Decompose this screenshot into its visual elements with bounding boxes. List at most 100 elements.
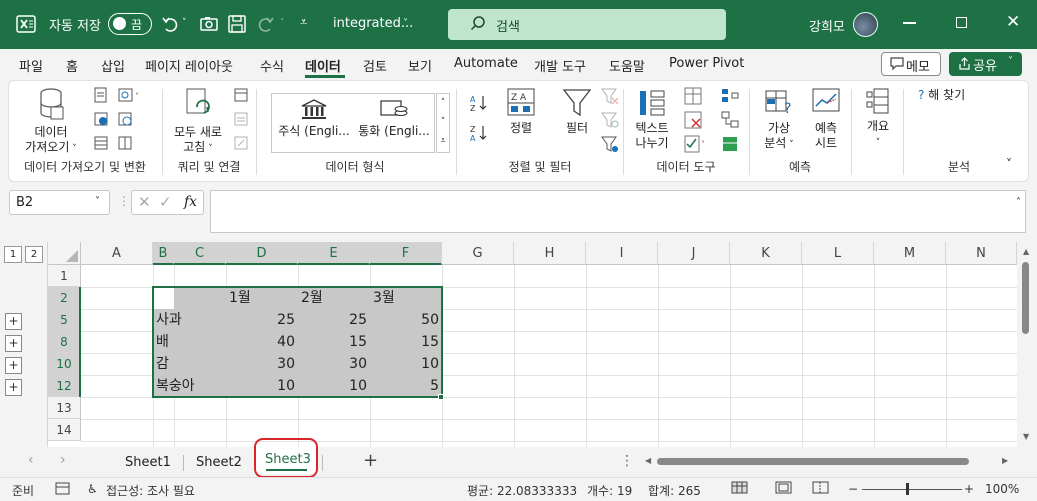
cell-f8[interactable]: 15 (370, 331, 442, 353)
edit-links-icon[interactable] (233, 135, 249, 155)
text-to-columns-button[interactable]: 텍스트 나누기 (630, 87, 674, 151)
cancel-icon[interactable]: ✕ (138, 193, 151, 211)
zoom-out-icon[interactable]: − (848, 482, 858, 496)
sort-ascending-icon[interactable]: AZ (469, 93, 489, 117)
expand-group-icon[interactable]: + (5, 379, 22, 396)
tab-page-layout[interactable]: 페이지 레이아웃 (145, 56, 233, 75)
sheet-tab-sheet1[interactable]: Sheet1 (125, 455, 171, 470)
name-box-dropdown-icon[interactable]: ˅ (95, 196, 100, 207)
cell-f2[interactable]: 3월 (370, 287, 398, 309)
expand-group-icon[interactable]: + (5, 335, 22, 352)
expand-group-icon[interactable]: + (5, 313, 22, 330)
name-box[interactable]: B2 ˅ (9, 190, 110, 215)
vertical-scroll-thumb[interactable] (1022, 262, 1029, 334)
row-header-2[interactable]: 2 (48, 287, 81, 309)
expand-formula-icon[interactable]: ˄ (1016, 197, 1021, 208)
outline-level-1-button[interactable]: 1 (4, 246, 22, 263)
cell-b10[interactable]: 감 (153, 353, 172, 375)
cell-f5[interactable]: 50 (370, 309, 442, 331)
vertical-scrollbar[interactable]: ▲ ▼ (1017, 242, 1037, 447)
cell-b8[interactable]: 배 (153, 331, 172, 353)
data-model-icon[interactable] (721, 135, 739, 157)
refresh-all-button[interactable]: 모두 새로 고침 ˅ (167, 87, 229, 157)
formula-input[interactable]: ˄ (210, 190, 1026, 233)
cell-b5[interactable]: 사과 (153, 309, 185, 331)
from-web-icon[interactable]: ˅ (117, 87, 141, 107)
clear-filter-icon[interactable] (601, 87, 619, 109)
column-header-g[interactable]: G (442, 242, 514, 265)
row-header-10[interactable]: 10 (48, 353, 81, 375)
redo-icon[interactable] (256, 14, 276, 34)
insert-function-icon[interactable]: fx (184, 194, 197, 210)
column-header-c[interactable]: C (174, 242, 226, 265)
tab-home[interactable]: 홈 (66, 56, 78, 75)
accessibility-icon[interactable]: ♿ (87, 482, 98, 496)
autosave-toggle[interactable]: 끔 (108, 13, 152, 35)
normal-view-icon[interactable] (731, 481, 749, 498)
cell-e5[interactable]: 25 (298, 309, 370, 331)
cell-e12[interactable]: 10 (298, 375, 370, 397)
zoom-level[interactable]: 100% (985, 482, 1019, 496)
column-header-e[interactable]: E (298, 242, 370, 265)
tab-review[interactable]: 검토 (363, 56, 387, 75)
scroll-right-arrow-icon[interactable]: ▶ (1002, 456, 1008, 465)
memo-button[interactable]: 메모 (881, 52, 941, 76)
tab-options-icon[interactable]: ⋮ (620, 453, 634, 469)
save-icon[interactable] (227, 14, 247, 34)
forecast-sheet-button[interactable]: 예측 시트 (806, 87, 846, 151)
select-all-button[interactable] (48, 242, 81, 265)
add-sheet-icon[interactable]: + (363, 450, 378, 471)
zoom-in-icon[interactable]: + (964, 482, 974, 496)
scroll-down-arrow-icon[interactable]: ▼ (1023, 432, 1029, 441)
properties-icon[interactable] (233, 111, 249, 131)
cell-d12[interactable]: 10 (226, 375, 298, 397)
row-header-14[interactable]: 14 (48, 419, 81, 441)
solver-button[interactable]: ? 해 찾기 (918, 88, 965, 103)
page-layout-view-icon[interactable] (775, 481, 793, 498)
column-header-j[interactable]: J (658, 242, 730, 265)
currency-button[interactable]: 통화 (Engli... (356, 98, 432, 139)
reapply-icon[interactable] (601, 111, 619, 133)
consolidate-icon[interactable] (721, 87, 739, 109)
row-header-1[interactable]: 1 (48, 265, 81, 287)
share-button[interactable]: 공유 ˅ (949, 52, 1022, 76)
from-table-icon[interactable] (93, 111, 109, 131)
tab-data[interactable]: 데이터 (305, 56, 341, 75)
camera-icon[interactable] (199, 14, 219, 34)
filter-button[interactable]: 필터 (559, 87, 595, 136)
accessibility-status[interactable]: 접근성: 조사 필요 (106, 482, 195, 499)
existing-connections-icon[interactable] (93, 135, 109, 155)
column-header-n[interactable]: N (946, 242, 1017, 265)
queries-icon[interactable] (117, 135, 133, 155)
sort-button[interactable]: Z A 정렬 (501, 87, 541, 136)
user-name[interactable]: 강희모 (809, 16, 845, 35)
column-header-k[interactable]: K (730, 242, 802, 265)
enter-icon[interactable]: ✓ (159, 193, 172, 211)
cell-e8[interactable]: 15 (298, 331, 370, 353)
zoom-slider[interactable] (862, 489, 962, 490)
column-header-b[interactable]: B (153, 242, 174, 265)
row-header-8[interactable]: 8 (48, 331, 81, 353)
sheet-tab-sheet2[interactable]: Sheet2 (196, 455, 242, 470)
outline-button[interactable]: 개요 ˅ (860, 87, 896, 151)
relationships-icon[interactable] (721, 111, 739, 133)
cell-d10[interactable]: 30 (226, 353, 298, 375)
data-validation-icon[interactable]: ˅ (684, 135, 710, 157)
next-sheet-icon[interactable]: › (60, 452, 66, 468)
column-header-i[interactable]: I (586, 242, 658, 265)
page-break-view-icon[interactable] (812, 481, 830, 498)
expand-group-icon[interactable]: + (5, 357, 22, 374)
redo-dropdown-icon[interactable]: ˅ (280, 18, 285, 28)
outline-level-2-button[interactable]: 2 (25, 246, 43, 263)
advanced-filter-icon[interactable] (601, 135, 619, 157)
cell-e2[interactable]: 2월 (298, 287, 326, 309)
column-header-h[interactable]: H (514, 242, 586, 265)
column-header-f[interactable]: F (370, 242, 442, 265)
undo-icon[interactable] (160, 14, 180, 34)
close-icon[interactable]: ✕ (1006, 12, 1020, 32)
tab-power-pivot[interactable]: Power Pivot (669, 56, 744, 71)
tab-developer[interactable]: 개발 도구 (534, 56, 586, 75)
queries-connections-icon[interactable] (233, 87, 249, 107)
avatar[interactable] (853, 12, 878, 37)
cell-b12[interactable]: 복숭아 (153, 375, 198, 397)
